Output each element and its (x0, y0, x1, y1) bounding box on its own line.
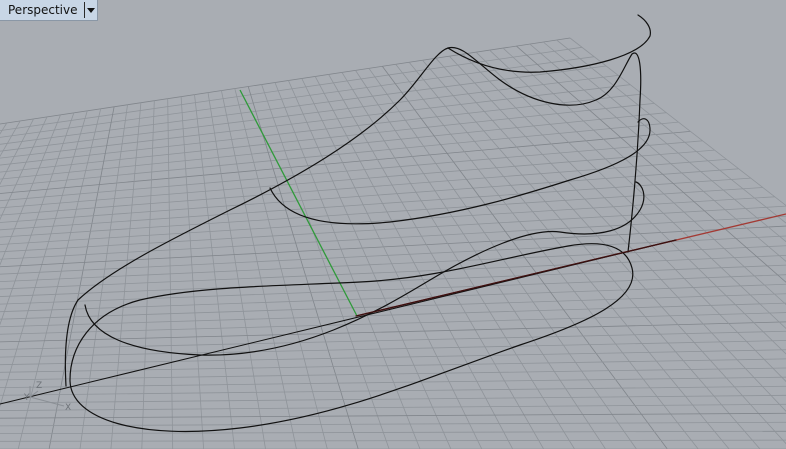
chevron-down-icon (86, 7, 95, 13)
grid-line (0, 121, 679, 187)
viewport-menu-button[interactable] (85, 0, 97, 20)
grid-line (0, 196, 775, 245)
grid-line (0, 430, 786, 435)
axis-indicator-z-label: Z (36, 381, 42, 391)
grid-line (0, 84, 631, 159)
grid-line (408, 62, 730, 449)
grid-line (0, 412, 786, 419)
collar-curve (447, 14, 651, 73)
perspective-viewport[interactable]: Z Y X Perspective (0, 0, 786, 449)
grid-line (0, 321, 786, 343)
grid-line (0, 93, 643, 166)
grid-line (422, 60, 761, 449)
axis-indicator-y-label: Y (23, 393, 30, 403)
toe-to-collar-curve (64, 46, 642, 387)
grid-line (395, 64, 699, 449)
grid-line (0, 255, 786, 290)
grid-line (0, 439, 786, 442)
grid-line (0, 159, 727, 216)
grid-line (0, 177, 751, 231)
grid-line (0, 235, 786, 275)
grid-line (381, 66, 668, 449)
shoe-curves (0, 14, 677, 433)
y-axis-line (239, 89, 358, 317)
grid-line (328, 74, 544, 449)
grid-line (0, 37, 571, 125)
viewport-title-tab[interactable]: Perspective (0, 0, 98, 21)
viewport-canvas[interactable]: Z Y X (0, 0, 786, 449)
grid-line (0, 274, 786, 305)
axis-indicator: Z Y X (23, 381, 71, 413)
viewport-name-label[interactable]: Perspective (0, 0, 84, 20)
axis-indicator-x-label: X (65, 403, 71, 413)
grid-line (341, 72, 575, 449)
grid-line (449, 55, 786, 412)
construction-grid (0, 37, 786, 449)
grid-line (0, 103, 655, 173)
grid-line (0, 75, 619, 152)
grid-line (0, 394, 786, 404)
grid-line (0, 187, 763, 238)
grid-line (0, 376, 786, 389)
